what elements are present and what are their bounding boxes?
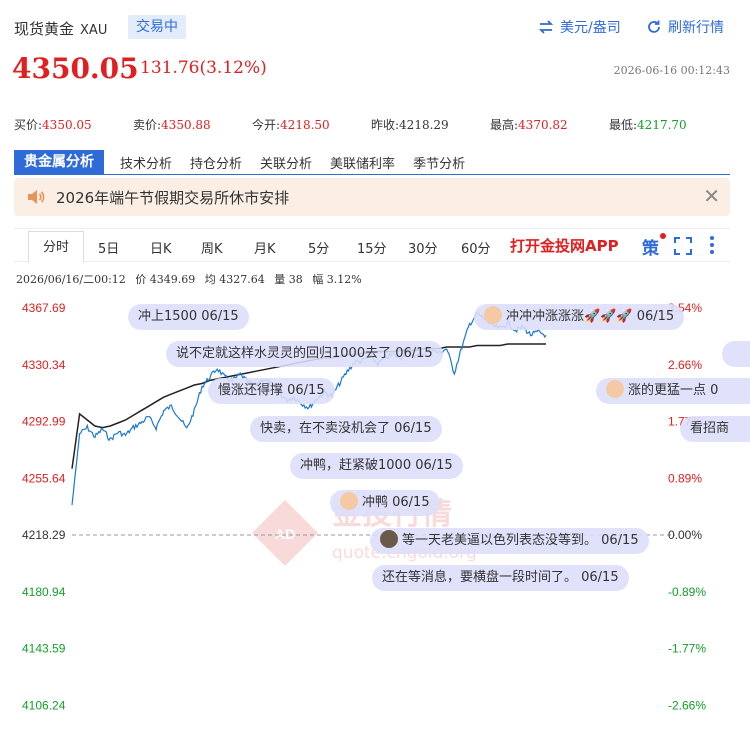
- y-tick-percent: 2.66%: [668, 358, 702, 372]
- y-tick-label: 4218.29: [22, 528, 66, 542]
- y-axis-right: 3.54%2.66%1.77%0.89%0.00%-0.89%-1.77%-2.…: [668, 301, 706, 712]
- info-datetime: 2026/06/16/二00:12: [16, 273, 126, 286]
- avatar: [340, 492, 358, 510]
- y-tick-percent: -0.89%: [668, 585, 706, 599]
- open-app-link[interactable]: 打开金投网APP: [510, 235, 619, 256]
- refresh-label: 刷新行情: [668, 20, 724, 36]
- danmaku-bubble: 冲上1500 06/15: [128, 304, 249, 330]
- y-tick-label: 4292.99: [22, 415, 66, 429]
- period-5day[interactable]: 5日: [98, 238, 119, 257]
- swap-icon: [538, 20, 554, 34]
- y-tick-label: 4143.59: [22, 642, 66, 656]
- strategy-button[interactable]: 策: [642, 234, 659, 259]
- tab-seasonal[interactable]: 季节分析: [413, 153, 465, 172]
- quote-low: 最低:4217.70: [609, 118, 687, 132]
- instrument-code: XAU: [80, 23, 108, 38]
- refresh-button[interactable]: 刷新行情: [646, 17, 724, 37]
- tab-technical[interactable]: 技术分析: [120, 153, 172, 172]
- y-tick-label: 4180.94: [22, 585, 66, 599]
- y-tick-label: 4106.24: [22, 698, 66, 712]
- watermark-logo: AD: [275, 526, 295, 542]
- y-axis-left: 4367.69 4330.34 4292.99 4255.64 4218.29 4180.…: [22, 301, 66, 712]
- quote-timestamp: 2026-06-16 00:12:43: [613, 64, 730, 77]
- fullscreen-icon[interactable]: [674, 237, 692, 255]
- info-amplitude: 幅 3.12%: [312, 273, 362, 286]
- refresh-icon: [648, 20, 660, 33]
- crosshair-info: 2026/06/16/二00:12 价 4349.69 均 4327.64 量 …: [16, 271, 368, 287]
- currency-unit-button[interactable]: 美元/盎司: [538, 17, 621, 37]
- notification-dot: [660, 233, 666, 239]
- quote-bid: 买价:4350.05: [14, 118, 92, 132]
- price-change: 131.76(3.12%): [140, 58, 267, 78]
- status-badge: 交易中: [128, 15, 186, 39]
- danmaku-bubble: 冲鸭 06/15: [330, 490, 440, 516]
- period-intraday[interactable]: 分时: [28, 231, 85, 263]
- tab-position[interactable]: 持仓分析: [190, 153, 242, 172]
- danmaku-bubble: 慢涨还得撑 06/15: [208, 378, 335, 404]
- tabs-divider: [14, 174, 730, 175]
- notice-text: 2026年端午节假期交易所休市安排: [56, 189, 290, 207]
- period-weekly[interactable]: 周K: [201, 238, 223, 257]
- y-tick-percent: 0.00%: [668, 528, 702, 542]
- danmaku-bubble: 涨的更猛一点 0: [596, 378, 750, 404]
- currency-unit-label: 美元/盎司: [560, 20, 621, 36]
- last-price: 4350.05: [12, 52, 139, 85]
- quote-ask: 卖价:4350.88: [133, 118, 211, 132]
- quote-open: 今开:4218.50: [252, 118, 330, 132]
- y-tick-percent: -2.66%: [668, 698, 706, 712]
- period-monthly[interactable]: 月K: [254, 238, 276, 257]
- info-volume: 量 38: [274, 273, 303, 286]
- danmaku-bubble: 还在等消息，要横盘一段时间了。 06/15: [372, 565, 629, 591]
- period-selector: 分时 5日 日K 周K 月K 5分 15分 30分 60分 打开金投网APP 策: [14, 228, 730, 263]
- y-tick-label: 4330.34: [22, 358, 66, 372]
- avatar: [606, 380, 624, 398]
- y-tick-label: 4255.64: [22, 471, 66, 485]
- danmaku-bubble: 快卖，在不卖没机会了 06/15: [250, 416, 442, 442]
- top-bar: 现货黄金 XAU 交易中 美元/盎司 刷新行情: [0, 0, 750, 50]
- page-title: 现货黄金 XAU: [14, 18, 107, 39]
- avatar: [380, 530, 398, 548]
- analysis-tabs: 贵金属分析 技术分析 持仓分析 关联分析 美联储利率 季节分析: [14, 149, 483, 175]
- notice-banner[interactable]: 2026年端午节假期交易所休市安排 ✕: [14, 178, 730, 216]
- danmaku-bubble: 冲鸭，赶紧破1000 06/15: [290, 453, 463, 479]
- period-30min[interactable]: 30分: [408, 238, 438, 257]
- danmaku-bubble: 冲冲冲涨涨涨🚀🚀🚀 06/15: [474, 304, 685, 330]
- quote-prev-close: 昨收:4218.29: [371, 118, 449, 132]
- danmaku-bubble: 说不定就这样水灵灵的回归1000去了 06/15: [166, 341, 443, 367]
- period-15min[interactable]: 15分: [357, 238, 387, 257]
- quote-high: 最高:4370.82: [490, 118, 568, 132]
- period-60min[interactable]: 60分: [461, 238, 491, 257]
- y-tick-label: 4367.69: [22, 301, 66, 315]
- y-tick-percent: 0.89%: [668, 471, 702, 485]
- tab-fed-rate[interactable]: 美联储利率: [330, 153, 395, 172]
- more-icon[interactable]: [706, 235, 718, 255]
- speaker-icon: [28, 190, 45, 204]
- info-avg: 均 4327.64: [204, 273, 265, 286]
- y-tick-percent: -1.77%: [668, 642, 706, 656]
- tab-correlation[interactable]: 关联分析: [260, 153, 312, 172]
- danmaku-bubble: 等一天老美逼以色列表态没等到。 06/15: [370, 528, 649, 554]
- info-price: 价 4349.69: [135, 273, 196, 286]
- danmaku-bubble: 看招商: [680, 416, 750, 442]
- close-icon[interactable]: ✕: [703, 186, 720, 206]
- period-5min[interactable]: 5分: [308, 238, 329, 257]
- period-daily[interactable]: 日K: [150, 238, 172, 257]
- tab-precious-metal[interactable]: 贵金属分析: [14, 150, 104, 174]
- danmaku-bubble: [722, 341, 750, 367]
- quote-row: 买价:4350.05 卖价:4350.88 今开:4218.50 昨收:4218…: [0, 116, 750, 134]
- avatar: [484, 306, 502, 324]
- instrument-name: 现货黄金: [14, 20, 75, 38]
